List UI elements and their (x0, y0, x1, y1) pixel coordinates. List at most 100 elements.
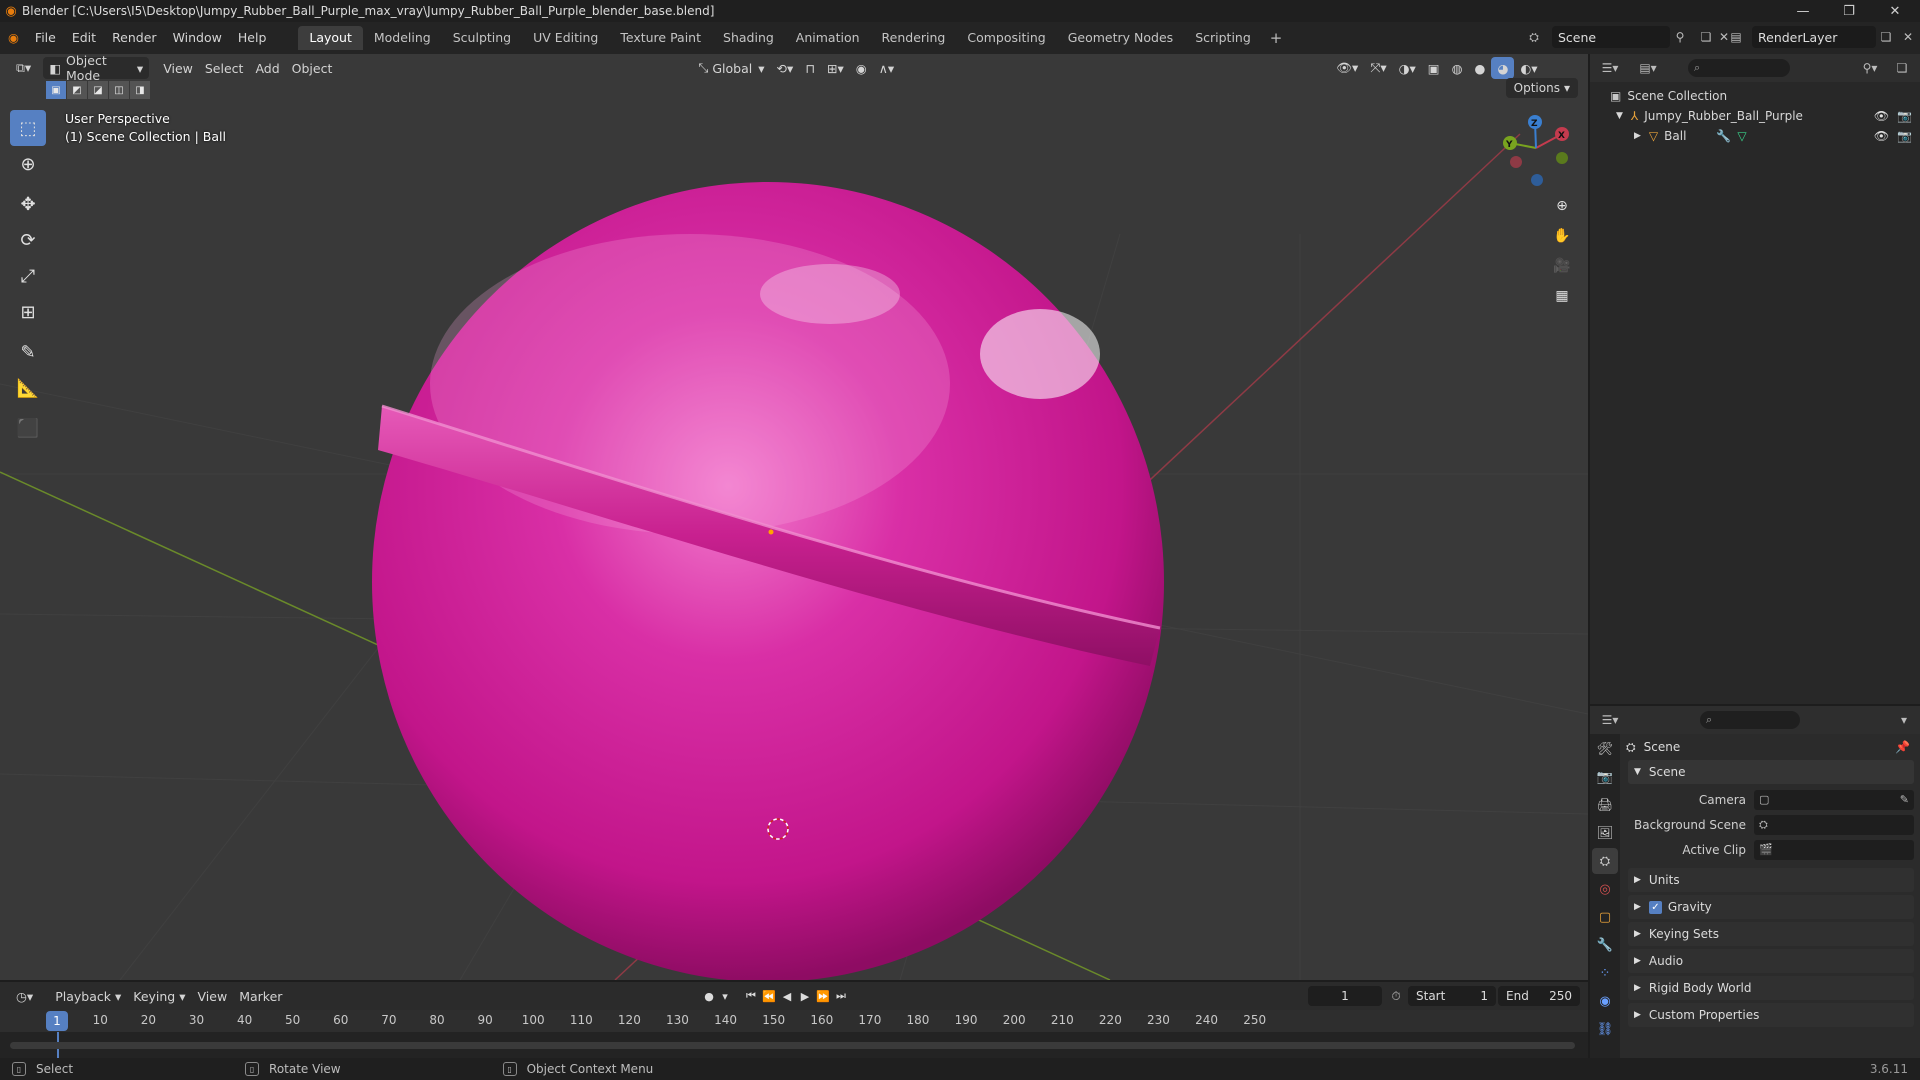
select-new-icon[interactable]: ▣ (46, 81, 66, 99)
prev-keyframe-icon[interactable]: ⏪ (760, 986, 778, 1006)
playhead-frame-indicator[interactable]: 1 (46, 1011, 68, 1031)
section-keying-sets[interactable]: ▶ Keying Sets (1628, 922, 1914, 946)
select-box-icon[interactable]: ⬚ (10, 110, 46, 146)
section-units[interactable]: ▶ Units (1628, 868, 1914, 892)
view-layer-selector[interactable]: RenderLayer (1752, 26, 1876, 48)
cursor-tool-icon[interactable]: ⊕ (10, 146, 46, 182)
display-mode-icon[interactable]: ▤▾ (1638, 58, 1658, 78)
chevron-down-icon[interactable]: ▾ (1894, 710, 1914, 730)
xray-icon[interactable]: ▣ (1422, 57, 1446, 79)
pivot-icon[interactable]: ⟲▾ (771, 57, 800, 79)
play-icon[interactable]: ▶ (796, 986, 814, 1006)
new-scene-icon[interactable]: ❏ (1696, 27, 1716, 47)
object-tab-icon[interactable]: ▢ (1592, 904, 1618, 930)
next-keyframe-icon[interactable]: ⏩ (814, 986, 832, 1006)
snap-target-icon[interactable]: ⊞▾ (821, 57, 850, 79)
scene-selector[interactable]: Scene (1552, 26, 1670, 48)
measure-tool-icon[interactable]: 📐 (10, 370, 46, 406)
tree-item-jumpy-rubber-ball[interactable]: ▼ ⅄ Jumpy_Rubber_Ball_Purple 👁 📷 (1590, 106, 1920, 126)
camera-field[interactable]: ▢ ✎ (1754, 789, 1914, 810)
menu-edit[interactable]: Edit (64, 26, 104, 50)
minimize-icon[interactable]: — (1780, 0, 1826, 22)
zoom-icon[interactable]: ⊕ (1548, 192, 1576, 220)
menu-select[interactable]: Select (199, 57, 250, 79)
scale-tool-icon[interactable]: ⤢ (10, 258, 46, 294)
gizmo-toggle-icon[interactable]: ⤧▾ (1364, 57, 1392, 79)
ortho-toggle-icon[interactable]: ▦ (1548, 282, 1576, 310)
expand-chevron-icon[interactable]: ▶ (1634, 131, 1641, 141)
menu-help[interactable]: Help (230, 26, 275, 50)
scene-browse-icon[interactable]: ⛭ (1524, 27, 1544, 47)
camera-render-icon[interactable]: 📷 (1897, 109, 1912, 123)
tab-uv-editing[interactable]: UV Editing (522, 26, 609, 50)
view-layer-tab-icon[interactable]: 🖼 (1592, 820, 1618, 846)
jump-start-icon[interactable]: ⏮ (742, 986, 760, 1006)
visibility-icon[interactable]: 👁▾ (1330, 57, 1364, 79)
blender-menu-icon[interactable]: ◉ (0, 26, 27, 50)
select-subtract-icon[interactable]: ◪ (88, 81, 108, 99)
ball-object[interactable] (372, 182, 1164, 980)
timeline-scrollbar[interactable] (10, 1042, 1575, 1049)
section-gravity[interactable]: ▶ ✓ Gravity (1628, 895, 1914, 919)
tab-texture-paint[interactable]: Texture Paint (609, 26, 712, 50)
jump-end-icon[interactable]: ⏭ (832, 986, 850, 1006)
tree-item-ball[interactable]: ▶ ▽ Ball 🔧 ▽ 👁 📷 (1590, 126, 1920, 146)
active-clip-field[interactable]: 🎬 (1754, 839, 1914, 860)
section-scene[interactable]: ▼ Scene (1628, 760, 1914, 784)
tab-scripting[interactable]: Scripting (1184, 26, 1262, 50)
tab-animation[interactable]: Animation (785, 26, 871, 50)
view-layer-browse-icon[interactable]: ▤ (1726, 27, 1746, 47)
properties-editor-type-icon[interactable]: ☰▾ (1600, 710, 1620, 730)
eye-icon[interactable]: 👁 (1874, 109, 1889, 123)
modifier-wrench-icon[interactable]: 🔧 (1716, 129, 1731, 143)
editor-type-icon[interactable]: ⧉▾ (10, 57, 37, 79)
snap-icon[interactable]: ⊓ (799, 57, 821, 79)
eyedropper-icon[interactable]: ✎ (1900, 793, 1909, 806)
properties-search-input[interactable]: ⌕ (1700, 711, 1800, 729)
tab-shading[interactable]: Shading (712, 26, 785, 50)
camera-view-icon[interactable]: 🎥 (1548, 252, 1576, 280)
tree-item-scene-collection[interactable]: ▣ Scene Collection (1590, 86, 1920, 106)
add-workspace-button[interactable]: + (1262, 29, 1291, 47)
physics-tab-icon[interactable]: ◉ (1592, 988, 1618, 1014)
rendered-shading-icon[interactable]: ◐▾ (1514, 57, 1543, 79)
stopwatch-icon[interactable]: ⏱ (1386, 986, 1406, 1006)
annotate-tool-icon[interactable]: ✎ (10, 334, 46, 370)
camera-render-icon[interactable]: 📷 (1897, 129, 1912, 143)
solid-shading-icon[interactable]: ● (1469, 57, 1492, 79)
move-tool-icon[interactable]: ✥ (10, 186, 46, 222)
particles-tab-icon[interactable]: ⁘ (1592, 960, 1618, 986)
scene-pin-icon[interactable]: ⚲ (1670, 27, 1690, 47)
tool-tab-icon[interactable]: 🛠 (1592, 736, 1618, 762)
playback-menu[interactable]: Playback ▾ (49, 985, 127, 1007)
tab-geometry-nodes[interactable]: Geometry Nodes (1057, 26, 1184, 50)
delete-view-layer-icon[interactable]: ✕ (1898, 27, 1918, 47)
pin-icon[interactable]: 📌 (1895, 740, 1910, 754)
eye-icon[interactable]: 👁 (1874, 129, 1889, 143)
menu-file[interactable]: File (27, 26, 64, 50)
falloff-icon[interactable]: ∧▾ (873, 57, 900, 79)
section-rigid-body-world[interactable]: ▶ Rigid Body World (1628, 976, 1914, 1000)
timeline-view-menu[interactable]: View (192, 985, 234, 1007)
record-icon[interactable]: ● (700, 986, 718, 1006)
tab-compositing[interactable]: Compositing (956, 26, 1056, 50)
gravity-checkbox[interactable]: ✓ (1648, 900, 1662, 914)
material-shading-icon[interactable]: ◕ (1491, 57, 1515, 79)
close-icon[interactable]: ✕ (1872, 0, 1918, 22)
world-tab-icon[interactable]: ◎ (1592, 876, 1618, 902)
add-cube-tool-icon[interactable]: ⬛ (10, 410, 46, 446)
chevron-down-icon[interactable]: ▾ (718, 986, 732, 1006)
modifier-tab-icon[interactable]: 🔧 (1592, 932, 1618, 958)
start-frame-field[interactable]: Start 1 (1408, 986, 1496, 1006)
pan-hand-icon[interactable]: ✋ (1548, 222, 1576, 250)
keying-menu[interactable]: Keying ▾ (127, 985, 191, 1007)
select-intersect-icon[interactable]: ◨ (130, 81, 150, 99)
menu-view[interactable]: View (157, 57, 199, 79)
select-extend-icon[interactable]: ◩ (67, 81, 87, 99)
timeline-ruler[interactable]: 1 10 20 30 40 50 60 70 80 90 100 110 120 130 140 150 160… (0, 1010, 1588, 1032)
expand-chevron-icon[interactable]: ▼ (1616, 111, 1623, 121)
filter-icon[interactable]: ⚲▾ (1860, 58, 1880, 78)
output-tab-icon[interactable]: 🖨 (1592, 792, 1618, 818)
menu-render[interactable]: Render (104, 26, 165, 50)
orientation-dropdown[interactable]: ⤡ Global ▾ (692, 57, 770, 79)
